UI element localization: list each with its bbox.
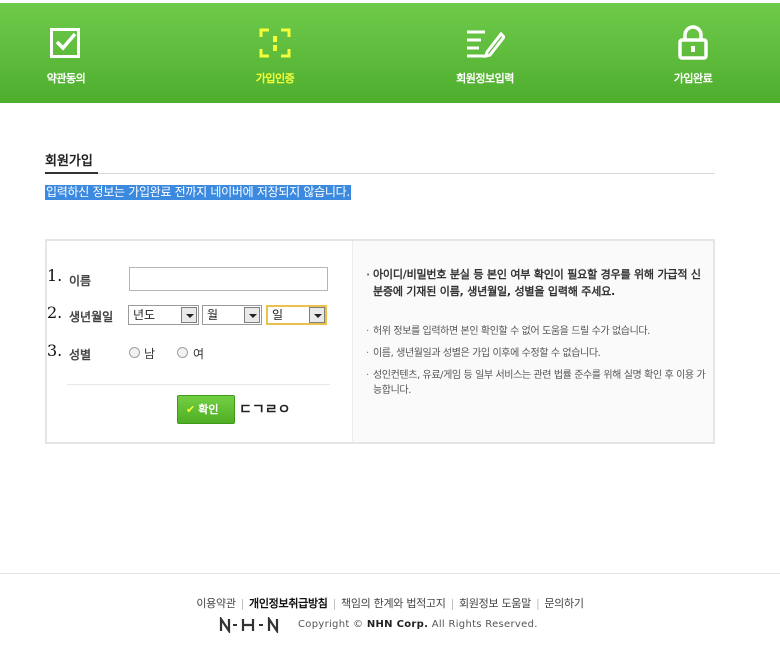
confirm-label: 확인 (198, 403, 219, 416)
step-label: 회원정보입력 (456, 72, 514, 85)
info-item-text: 이름, 생년월일과 성별은 가입 이후에 수정할 수 없습니다. (373, 348, 601, 359)
lock-icon (678, 25, 708, 60)
step-verification: 가입인증 (215, 3, 335, 103)
step-label: 약관동의 (46, 72, 86, 85)
birth-month-select[interactable]: 월 (202, 305, 262, 325)
checkbox-icon (50, 28, 80, 58)
footer-divider (0, 573, 780, 574)
row-number: 3. (47, 341, 63, 360)
info-item: · 허위 정보를 입력하면 본인 확인할 수 없어 도움을 드릴 수가 없습니다… (366, 324, 708, 339)
copyright: Copyright © NHN Corp. All Rights Reserve… (219, 617, 579, 635)
info-panel: · 아이디/비밀번호 분실 등 본인 여부 확인이 필요할 경우를 위해 가급적… (352, 241, 713, 442)
company-name: NHN Corp. (366, 619, 429, 630)
gender-female-radio[interactable] (177, 347, 188, 358)
title-divider (98, 173, 715, 174)
signup-steps-bar: 약관동의 가입인증 회원정보입력 가입완료 (0, 3, 780, 103)
birth-month-value: 월 (207, 308, 219, 322)
chevron-down-icon[interactable] (309, 307, 325, 323)
bullet-icon: · (366, 348, 369, 359)
signup-form-box: 1. 이름 2. 생년월일 년도 월 일 3. 성별 남 여 ✔ 확인 ㄷㄱㄹㅇ … (45, 239, 715, 444)
bullet-icon: · (366, 370, 369, 381)
info-item-text: 허위 정보를 입력하면 본인 확인할 수 없어 도움을 드릴 수가 없습니다. (373, 326, 650, 337)
footer-link-contact[interactable]: 문의하기 (544, 597, 584, 610)
title-underline (45, 172, 98, 174)
birth-day-value: 일 (272, 308, 284, 322)
confirm-button[interactable]: ✔ 확인 (177, 395, 235, 424)
birth-year-value: 년도 (133, 308, 156, 322)
birth-year-select[interactable]: 년도 (128, 305, 199, 325)
rights-text: All Rights Reserved. (431, 619, 538, 630)
info-main-text: 아이디/비밀번호 분실 등 본인 여부 확인이 필요할 경우를 위해 가급적 신… (373, 268, 701, 298)
name-input[interactable] (129, 267, 328, 291)
footer-link-help[interactable]: 회원정보 도움말 (459, 597, 531, 610)
birthdate-label: 생년월일 (69, 310, 114, 324)
info-item: · 성인컨텐츠, 유료/게임 등 일부 서비스는 관련 법률 준수를 위해 실명… (366, 368, 708, 398)
bullet-icon: · (366, 268, 370, 281)
link-separator: | (240, 597, 245, 610)
info-item: · 이름, 생년월일과 성별은 가입 이후에 수정할 수 없습니다. (366, 346, 708, 361)
page-title: 회원가입 (45, 154, 93, 169)
link-separator: | (332, 597, 337, 610)
footer-link-legal[interactable]: 책임의 한계와 법적고지 (341, 597, 446, 610)
birth-day-select[interactable]: 일 (266, 305, 327, 325)
gender-male-label[interactable]: 남 (144, 345, 155, 362)
step-member-info: 회원정보입력 (425, 3, 545, 103)
gender-male-radio[interactable] (129, 347, 140, 358)
gender-female-label[interactable]: 여 (193, 345, 204, 362)
bullet-icon: · (366, 326, 369, 337)
row-number: 1. (47, 266, 63, 285)
chevron-down-icon[interactable] (244, 307, 260, 323)
confirm-extra-text: ㄷㄱㄹㅇ (239, 402, 291, 418)
step-complete: 가입완료 (633, 3, 753, 103)
link-separator: | (535, 597, 540, 610)
link-separator: | (450, 597, 455, 610)
name-label: 이름 (69, 274, 92, 288)
scan-frame-icon (259, 28, 291, 58)
step-label: 가입인증 (255, 72, 295, 85)
footer-link-privacy[interactable]: 개인정보취급방침 (249, 597, 328, 610)
check-icon: ✔ (186, 403, 196, 416)
form-divider (67, 384, 330, 385)
step-label: 가입완료 (673, 72, 713, 85)
privacy-notice: 입력하신 정보는 가입완료 전까지 네이버에 저장되지 않습니다. (45, 185, 351, 200)
nhn-logo (219, 617, 279, 633)
gender-label: 성별 (69, 348, 92, 362)
row-number: 2. (47, 303, 63, 322)
chevron-down-icon[interactable] (181, 307, 197, 323)
info-item-text: 성인컨텐츠, 유료/게임 등 일부 서비스는 관련 법률 준수를 위해 실명 확… (373, 370, 706, 396)
info-main: · 아이디/비밀번호 분실 등 본인 여부 확인이 필요할 경우를 위해 가급적… (366, 266, 708, 300)
footer-links: 이용약관 | 개인정보취급방침 | 책임의 한계와 법적고지 | 회원정보 도움말 | 문의하기 (0, 595, 780, 611)
step-terms: 약관동의 (6, 3, 126, 103)
form-pen-icon (467, 30, 505, 59)
copyright-text: Copyright © NHN Corp. All Rights Reserve… (298, 619, 538, 630)
copyright-prefix: Copyright © (298, 619, 364, 630)
footer-link-terms[interactable]: 이용약관 (196, 597, 236, 610)
